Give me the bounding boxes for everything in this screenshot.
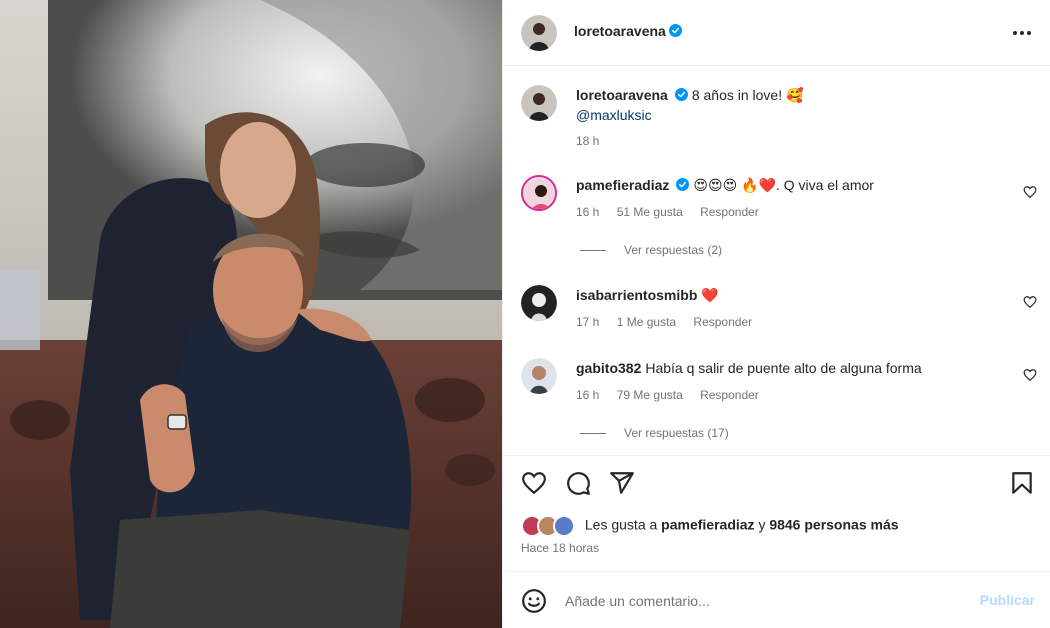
commenter-avatar[interactable] bbox=[521, 175, 557, 211]
commenter-avatar[interactable] bbox=[521, 358, 557, 394]
view-replies-label: Ver respuestas (2) bbox=[624, 243, 723, 257]
liker-avatars bbox=[521, 515, 577, 537]
caption-mention[interactable]: @maxluksic bbox=[576, 107, 652, 123]
caption-body: 8 años in love! 🥰 bbox=[691, 87, 804, 103]
comment-text: isabarrientosmibb ❤️ bbox=[576, 285, 719, 305]
post-photo bbox=[0, 0, 502, 628]
post-side-panel: loretoaravena loretoaravena 8 años in lov… bbox=[502, 0, 1050, 628]
reply-button[interactable]: Responder bbox=[700, 205, 759, 219]
comment-likes[interactable]: 1 Me gusta bbox=[617, 315, 676, 329]
comment-like-heart-icon[interactable] bbox=[1023, 295, 1037, 309]
comment-meta: 16 h 79 Me gusta Responder bbox=[576, 388, 773, 402]
comment-input[interactable] bbox=[565, 586, 965, 616]
reply-button[interactable]: Responder bbox=[700, 388, 759, 402]
comment-like-heart-icon[interactable] bbox=[1023, 185, 1037, 199]
comment-likes[interactable]: 51 Me gusta bbox=[617, 205, 683, 219]
comment-text: pamefieradiaz 😍😍😍 🔥❤️. Q viva el amor bbox=[576, 175, 874, 195]
comment-likes[interactable]: 79 Me gusta bbox=[617, 388, 683, 402]
comment-username[interactable]: gabito382 bbox=[576, 360, 641, 376]
comment-icon[interactable] bbox=[565, 470, 591, 496]
comment-time: 16 h bbox=[576, 388, 600, 402]
heart-icon[interactable] bbox=[521, 470, 547, 496]
more-options-icon[interactable] bbox=[1011, 22, 1033, 44]
bookmark-icon[interactable] bbox=[1009, 470, 1035, 496]
likes-connector: y bbox=[758, 516, 766, 533]
comment-meta: 16 h 51 Me gusta Responder bbox=[576, 205, 773, 219]
post-time-ago: Hace 18 horas bbox=[521, 541, 600, 555]
comment-meta: 17 h 1 Me gusta Responder bbox=[576, 315, 766, 329]
view-replies-label: Ver respuestas (17) bbox=[624, 426, 729, 440]
comment-time: 16 h bbox=[576, 205, 600, 219]
likes-others[interactable]: 9846 personas más bbox=[769, 517, 898, 533]
author-username[interactable]: loretoaravena bbox=[574, 23, 666, 39]
caption-text: loretoaravena 8 años in love! 🥰 bbox=[576, 85, 803, 105]
comment-body: 😍😍😍 🔥❤️. Q viva el amor bbox=[693, 177, 874, 193]
post-header: loretoaravena bbox=[503, 0, 1050, 66]
verified-badge-icon bbox=[676, 178, 690, 191]
caption-time: 18 h bbox=[576, 134, 600, 148]
comment-like-heart-icon[interactable] bbox=[1023, 368, 1037, 382]
likes-summary[interactable]: Les gusta a pamefieradiaz y 9846 persona… bbox=[521, 515, 899, 537]
share-icon[interactable] bbox=[609, 470, 635, 496]
caption-meta: 18 h bbox=[576, 134, 613, 148]
likes-prefix: Les gusta a bbox=[584, 516, 658, 533]
view-replies-button[interactable]: Ver respuestas (2) bbox=[580, 243, 722, 257]
verified-badge-icon bbox=[668, 24, 682, 37]
comment-time: 17 h bbox=[576, 315, 600, 329]
view-replies-button[interactable]: Ver respuestas (17) bbox=[580, 426, 729, 440]
comment-body: Había q salir de puente alto de alguna f… bbox=[645, 360, 922, 376]
caption-username[interactable]: loretoaravena bbox=[576, 87, 668, 103]
liker-avatar bbox=[553, 515, 575, 537]
comment-username[interactable]: pamefieradiaz bbox=[576, 177, 669, 193]
comment-text: gabito382 Había q salir de puente alto de… bbox=[576, 358, 922, 378]
emoji-icon[interactable] bbox=[521, 588, 547, 614]
caption-avatar[interactable] bbox=[521, 85, 557, 121]
comment-body: ❤️ bbox=[701, 287, 719, 303]
publish-button[interactable]: Publicar bbox=[980, 592, 1035, 608]
replies-divider bbox=[580, 433, 606, 435]
author-avatar[interactable] bbox=[521, 15, 557, 51]
comment-username[interactable]: isabarrientosmibb bbox=[576, 287, 697, 303]
reply-button[interactable]: Responder bbox=[693, 315, 752, 329]
likes-first-user[interactable]: pamefieradiaz bbox=[661, 517, 754, 533]
post-actions: Les gusta a pamefieradiaz y 9846 persona… bbox=[503, 455, 1050, 572]
add-comment-bar: Publicar bbox=[503, 571, 1050, 628]
commenter-avatar[interactable] bbox=[521, 285, 557, 321]
verified-badge-icon bbox=[674, 88, 688, 101]
replies-divider bbox=[580, 250, 606, 252]
couple-photo bbox=[0, 0, 502, 628]
comments-section: loretoaravena 8 años in love! 🥰 @maxluksi… bbox=[503, 67, 1050, 455]
